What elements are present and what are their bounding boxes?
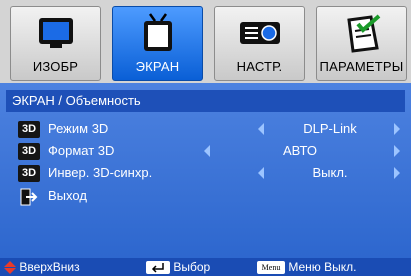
exit-label: Выход [48, 188, 87, 203]
3d-icon: 3D [18, 165, 40, 182]
tab-label: ИЗОБР [32, 59, 79, 74]
row-label: Формат 3D [48, 143, 115, 158]
up-down-arrow-icon [4, 261, 16, 275]
projector-icon [215, 11, 304, 57]
menu-row-exit[interactable]: Выход [18, 187, 408, 207]
left-arrow-icon[interactable] [258, 167, 264, 179]
left-arrow-icon[interactable] [204, 145, 210, 157]
monitor-icon [11, 11, 100, 57]
nav-hint-label: ВверхВниз [19, 260, 80, 274]
row-value: DLP-Link [303, 121, 357, 136]
right-arrow-icon[interactable] [394, 145, 400, 157]
nav-hint: ВверхВниз [4, 260, 80, 275]
row-label: Инвер. 3D-синхр. [48, 165, 153, 180]
row-value: Выкл. [312, 165, 348, 180]
tab-label: НАСТР. [236, 59, 283, 74]
osd-menu: ИЗОБР ЭКРАН НАСТР. ПАРАМЕТРЫ ЭКРАН / Объ… [0, 0, 411, 276]
panel-title: ЭКРАН / Объемность [6, 90, 405, 112]
menu-panel: ЭКРАН / Объемность 3D Режим 3D DLP-Link … [0, 83, 411, 276]
menu-row-3d-sync-invert[interactable]: 3D Инвер. 3D-синхр. Выкл. [18, 164, 408, 184]
tab-label: ЭКРАН [135, 59, 180, 74]
3d-icon: 3D [18, 143, 40, 160]
exit-icon [20, 188, 38, 206]
checklist-icon [317, 11, 406, 57]
tab-image[interactable]: ИЗОБР [10, 6, 101, 81]
right-arrow-icon[interactable] [394, 167, 400, 179]
menu-row-3d-format[interactable]: 3D Формат 3D АВТО [18, 142, 408, 162]
menu-key-icon: Menu [257, 261, 285, 275]
row-value: АВТО [283, 143, 317, 158]
tab-settings[interactable]: НАСТР. [214, 6, 305, 81]
3d-icon: 3D [18, 121, 40, 138]
select-hint-label: Выбор [173, 260, 211, 274]
tab-screen[interactable]: ЭКРАН [112, 6, 203, 81]
select-hint: Выбор [146, 260, 211, 275]
projector-screen-icon [113, 11, 202, 57]
right-arrow-icon[interactable] [394, 123, 400, 135]
menu-hint: Menu Меню Выкл. [257, 260, 357, 275]
footer-hints: ВверхВниз Выбор Menu Меню Выкл. [0, 258, 411, 276]
enter-key-icon [146, 261, 170, 275]
tab-label: ПАРАМЕТРЫ [319, 59, 404, 74]
row-label: Режим 3D [48, 121, 109, 136]
tab-bar: ИЗОБР ЭКРАН НАСТР. ПАРАМЕТРЫ [0, 0, 411, 83]
menu-row-3d-mode[interactable]: 3D Режим 3D DLP-Link [18, 120, 408, 140]
tab-options[interactable]: ПАРАМЕТРЫ [316, 6, 407, 81]
menu-hint-label: Меню Выкл. [288, 260, 357, 274]
left-arrow-icon[interactable] [258, 123, 264, 135]
